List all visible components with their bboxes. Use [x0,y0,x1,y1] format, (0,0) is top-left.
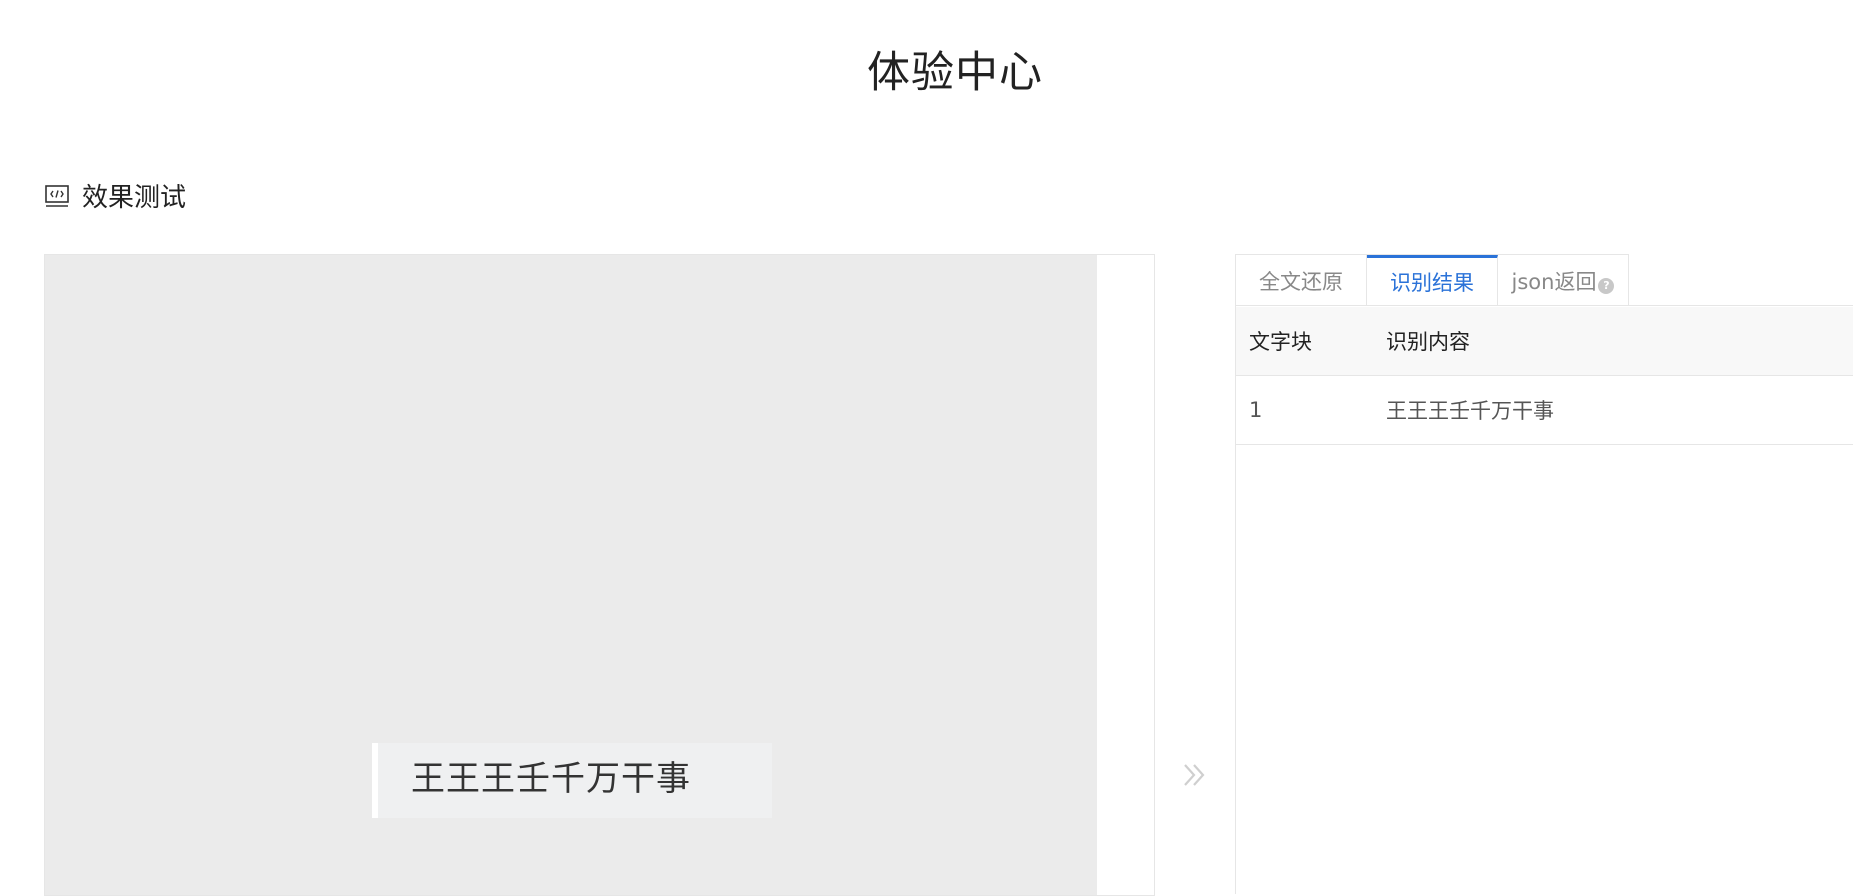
table-header: 文字块 识别内容 [1236,307,1853,376]
image-text: 王王王壬千万干事 [411,759,691,799]
image-preview-canvas: 王王王壬千万干事 [45,255,1097,895]
column-header-content: 识别内容 [1386,330,1470,354]
table-row: 1 王王王壬千万干事 [1236,376,1853,445]
help-icon[interactable]: ? [1598,277,1615,294]
tab-label: json返回 [1511,269,1597,294]
code-window-icon [45,184,69,207]
row-content: 王王王壬千万干事 [1386,399,1554,423]
result-panel: 全文还原 识别结果 json返回 ? 文字块 识别内容 1 王王王壬千万干事 [1235,254,1853,894]
section-header: 效果测试 [44,177,186,214]
tabs-divider [1236,305,1853,306]
column-header-text-block: 文字块 [1249,330,1312,354]
tab-label: 全文还原 [1259,269,1343,294]
page-title: 体验中心 [867,48,1043,98]
double-chevron-right-icon [1184,764,1205,786]
tab-recognition-result[interactable]: 识别结果 [1367,255,1498,306]
result-tabs: 全文还原 识别结果 json返回 ? [1236,254,1629,306]
tab-json-return[interactable]: json返回 ? [1498,255,1628,306]
tab-full-text-restore[interactable]: 全文还原 [1236,255,1367,306]
row-index: 1 [1249,398,1263,422]
tab-label: 识别结果 [1390,271,1474,295]
image-preview-panel: 王王王壬千万干事 [44,254,1155,896]
section-title: 效果测试 [82,183,187,213]
uploaded-image-snippet: 王王王壬千万干事 [372,743,772,818]
